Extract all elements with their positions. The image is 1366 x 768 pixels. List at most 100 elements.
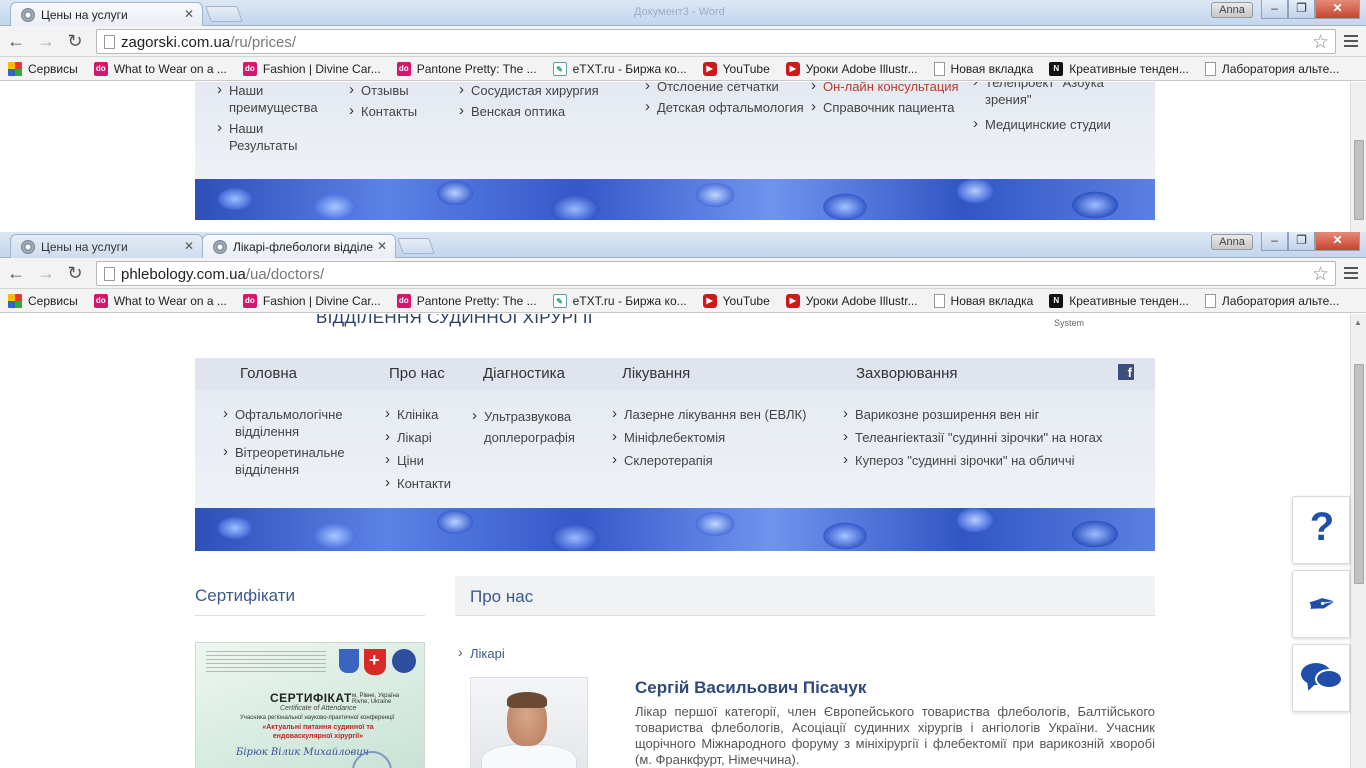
menu-link[interactable]: Наши преимущества — [215, 82, 335, 116]
bookmark-item[interactable]: N Креативные тенден... — [1049, 293, 1189, 308]
faq-widget-button[interactable]: ? — [1292, 496, 1350, 564]
facebook-icon[interactable]: f — [1118, 364, 1134, 380]
bookmark-item[interactable]: ✎ eTXT.ru - Биржа ко... — [552, 293, 687, 308]
address-bar[interactable]: zagorski.com.ua/ru/prices/ ☆ — [96, 29, 1336, 54]
scrollbar-thumb[interactable] — [1354, 140, 1364, 220]
tab-doctors[interactable]: Лікарі-флебологи відділе ✕ — [202, 234, 396, 258]
hamburger-menu-icon[interactable] — [1344, 264, 1358, 282]
bookmark-item[interactable]: Новая вкладка — [933, 293, 1033, 308]
menu-link[interactable]: Контакты — [347, 102, 447, 120]
bookmark-item[interactable]: Новая вкладка — [933, 61, 1033, 76]
bookmark-item[interactable]: Лаборатория альте... — [1204, 293, 1339, 308]
back-arrow-icon[interactable]: ← — [4, 30, 28, 52]
new-tab-button[interactable] — [205, 6, 243, 22]
online-consultation-link[interactable]: Он-лайн консультация — [809, 82, 979, 95]
youtube-icon: ▶ — [785, 61, 800, 76]
bookmark-item[interactable]: ▶ Уроки Adobe Illustr... — [785, 293, 918, 308]
submenu-link[interactable]: Лазерне лікування вен (ЕВЛК) — [610, 405, 830, 423]
user-profile-badge[interactable]: Anna — [1211, 234, 1253, 250]
forward-arrow-icon[interactable]: → — [34, 262, 58, 284]
bookmark-item[interactable]: do Pantone Pretty: The ... — [396, 293, 537, 308]
menu-link[interactable]: Отзывы — [347, 82, 447, 99]
address-bar[interactable]: phlebology.com.ua/ua/doctors/ ☆ — [96, 261, 1336, 286]
close-tab-icon[interactable]: ✕ — [377, 239, 387, 253]
submenu-link[interactable]: Офтальмологічне відділення — [221, 405, 351, 440]
forward-arrow-icon[interactable]: → — [34, 30, 58, 52]
scroll-up-arrow-icon[interactable]: ▲ — [1354, 318, 1362, 327]
nav-about[interactable]: Про нас — [389, 365, 445, 382]
bookmark-item[interactable]: N Креативные тенден... — [1049, 61, 1189, 76]
submenu-link[interactable]: Купероз "судинні зірочки" на обличчі — [841, 451, 1141, 469]
bookmark-item[interactable]: do Pantone Pretty: The ... — [396, 61, 537, 76]
tab-prices[interactable]: Цены на услуги ✕ — [10, 234, 203, 258]
close-tab-icon[interactable]: ✕ — [184, 7, 194, 21]
bookmark-item[interactable]: do Fashion | Divine Car... — [242, 293, 381, 308]
menu-link[interactable]: Детская офтальмология — [643, 98, 813, 116]
maximize-icon[interactable]: ❐ — [1288, 0, 1315, 19]
menu-link[interactable]: Сосудистая хирургия — [457, 82, 627, 99]
bookmark-item[interactable]: Сервисы — [8, 293, 78, 308]
menu-link[interactable]: Телепроект "Азбука зрения" — [971, 82, 1141, 108]
bookmark-item[interactable]: ▶ Уроки Adobe Illustr... — [785, 61, 918, 76]
pen-icon: ✒ — [1304, 583, 1340, 627]
submenu-link[interactable]: Вітреоретинальне відділення — [221, 443, 351, 478]
close-tab-icon[interactable]: ✕ — [184, 239, 194, 253]
close-window-icon[interactable]: ✕ — [1315, 0, 1360, 19]
submenu-treatment: Лазерне лікування вен (ЕВЛК) Мініфлебект… — [610, 405, 830, 473]
submenu-link[interactable]: Клініка — [383, 405, 473, 423]
scrollbar[interactable]: ▲ — [1350, 314, 1366, 768]
back-arrow-icon[interactable]: ← — [4, 262, 28, 284]
certificate-image[interactable]: СЕРТИФІКАТ м. Рівне, Україна Rivne, Ukra… — [195, 642, 425, 768]
doctor-name[interactable]: Сергій Васильович Пісачук — [635, 678, 866, 698]
scrollbar-thumb[interactable] — [1354, 364, 1364, 584]
bookmark-item[interactable]: ✎ eTXT.ru - Биржа ко... — [552, 61, 687, 76]
menu-link[interactable]: Медицинские студии — [971, 115, 1141, 133]
submenu-link[interactable]: Склеротерапія — [610, 451, 830, 469]
nav-home[interactable]: Головна — [240, 365, 297, 382]
write-widget-button[interactable]: ✒ — [1292, 570, 1350, 638]
reload-icon[interactable]: ↻ — [63, 262, 87, 284]
menu-column-5: Он-лайн консультация Справочник пациента — [809, 82, 979, 120]
bookmark-item[interactable]: Лаборатория альте... — [1204, 61, 1339, 76]
menu-link[interactable]: Наши Результаты — [215, 119, 335, 154]
submenu-link[interactable]: Мініфлебектомія — [610, 428, 830, 446]
certificate-conference: Учасника регіональної науково-практичної… — [240, 715, 395, 721]
menu-column-2: Отзывы Контакты — [347, 82, 447, 124]
nav-treatment[interactable]: Лікування — [622, 365, 690, 382]
chat-widget-button[interactable] — [1292, 644, 1350, 712]
bookmark-item[interactable]: do What to Wear on a ... — [93, 61, 227, 76]
do-icon: do — [396, 61, 411, 76]
menu-link[interactable]: Отслоение сетчатки — [643, 82, 813, 95]
close-window-icon[interactable]: ✕ — [1315, 232, 1360, 251]
bookmark-item[interactable]: ▶ YouTube — [702, 293, 770, 308]
nav-diseases[interactable]: Захворювання — [856, 365, 957, 382]
submenu-link[interactable]: Телеангіектазії "судинні зірочки" на ног… — [841, 428, 1141, 446]
bookmark-item[interactable]: ▶ YouTube — [702, 61, 770, 76]
bookmark-item[interactable]: do Fashion | Divine Car... — [242, 61, 381, 76]
bookmark-star-icon[interactable]: ☆ — [1312, 31, 1329, 54]
submenu-link[interactable]: Ультразвукова доплерографія — [470, 405, 590, 448]
user-profile-badge[interactable]: Anna — [1211, 2, 1253, 18]
bookmark-item[interactable]: Сервисы — [8, 61, 78, 76]
reload-icon[interactable]: ↻ — [63, 30, 87, 52]
tab-strip: Цены на услуги ✕ Документ3 - Word Anna –… — [0, 0, 1366, 26]
menu-link[interactable]: Венская оптика — [457, 102, 627, 120]
submenu-link[interactable]: Ціни — [383, 451, 473, 469]
breadcrumb-doctors[interactable]: Лікарі — [458, 644, 505, 661]
bookmark-star-icon[interactable]: ☆ — [1312, 263, 1329, 286]
maximize-icon[interactable]: ❐ — [1288, 232, 1315, 251]
minimize-icon[interactable]: – — [1261, 232, 1288, 251]
hamburger-menu-icon[interactable] — [1344, 32, 1358, 50]
submenu-link[interactable]: Лікарі — [383, 428, 473, 446]
scrollbar[interactable] — [1350, 82, 1366, 232]
bookmark-label: YouTube — [722, 61, 770, 76]
submenu-link[interactable]: Контакти — [383, 474, 473, 492]
menu-link[interactable]: Справочник пациента — [809, 98, 979, 116]
tab-prices[interactable]: Цены на услуги ✕ — [10, 2, 203, 26]
submenu-link[interactable]: Варикозне розширення вен ніг — [841, 405, 1141, 423]
minimize-icon[interactable]: – — [1261, 0, 1288, 19]
bookmark-item[interactable]: do What to Wear on a ... — [93, 293, 227, 308]
nav-diagnostics[interactable]: Діагностика — [483, 365, 565, 382]
new-tab-button[interactable] — [397, 238, 435, 254]
bookmark-label: Pantone Pretty: The ... — [416, 61, 537, 76]
